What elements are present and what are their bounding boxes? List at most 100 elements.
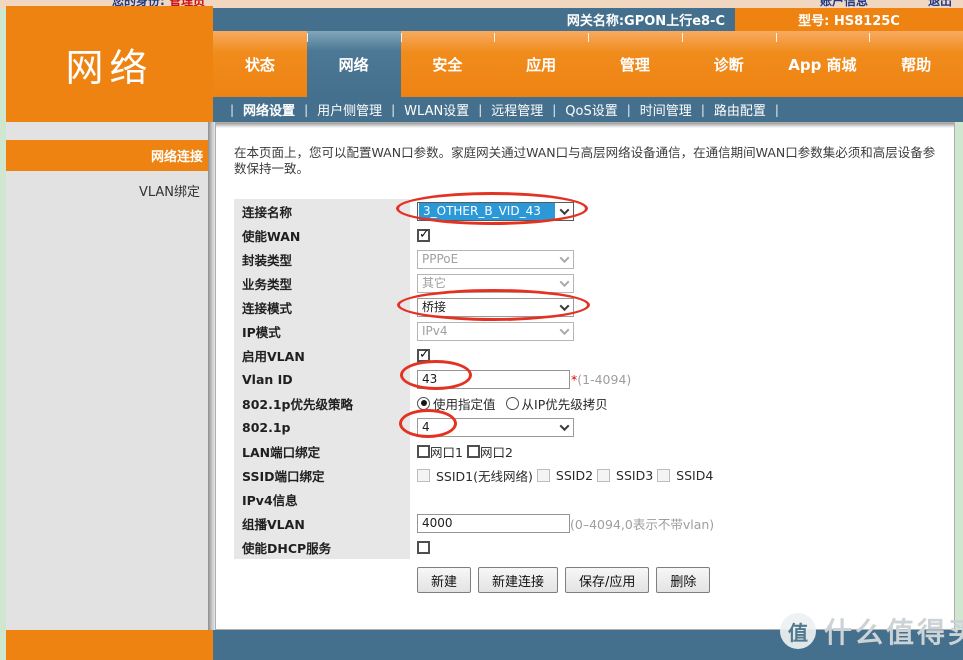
connection-name-select[interactable]: 3_OTHER_B_VID_43 [417, 202, 574, 221]
brand-block: 网络 [6, 6, 213, 122]
subnav-time-mgmt[interactable]: 时间管理 [640, 100, 692, 119]
main-nav: 状态 网络 安全 应用 管理 诊断 App 商城 帮助 [213, 31, 963, 97]
model-bar: 型号: HS8125C [735, 8, 963, 31]
account-info-link[interactable]: 账户信息 [820, 0, 868, 8]
row-enable-vlan: 启用VLAN ✓ [234, 343, 940, 367]
use-specified-value-radio[interactable] [417, 397, 430, 410]
row-ipv4-info: IPv4信息 [234, 487, 940, 511]
dot1p-select[interactable]: 4 [417, 418, 574, 437]
tab-application[interactable]: 应用 [494, 31, 588, 97]
logout-link[interactable]: 退出 [928, 0, 952, 8]
separator: | [304, 103, 308, 117]
separator: | [701, 103, 705, 117]
row-connection-name: 连接名称 3_OTHER_B_VID_43 [234, 199, 940, 223]
subnav-network-settings[interactable]: 网络设置 [243, 100, 295, 119]
button-row: 新建 新建连接 保存/应用 删除 [417, 567, 940, 593]
row-multicast-vlan: 组播VLAN (0–4094,0表示不带vlan) [234, 511, 940, 535]
gateway-name-label: 网关名称:GPON上行e8-C [567, 10, 725, 29]
sidebar-item-network-connection[interactable]: 网络连接 [6, 140, 208, 171]
chevron-down-icon [555, 299, 573, 316]
field-label: 使能WAN [234, 223, 410, 247]
field-label: LAN端口绑定 [234, 439, 410, 463]
router-admin-page: 您的身份: 管理员 账户信息 退出 网络 网关名称:GPON上行e8-C 型号:… [0, 0, 963, 660]
subnav-route-config[interactable]: 路由配置 [714, 100, 766, 119]
field-label: 业务类型 [234, 271, 410, 295]
intro-text: 在本页面上，您可以配置WAN口参数。家庭网关通过WAN口与高层网络设备通信，在通… [234, 145, 940, 176]
checkbox-label: SSID3 [616, 468, 653, 483]
model-label: 型号: HS8125C [798, 10, 900, 29]
chevron-down-icon [555, 419, 573, 436]
smzdm-logo-icon: 值 [780, 613, 816, 649]
sidebar-divider [208, 122, 215, 630]
new-button[interactable]: 新建 [417, 567, 471, 593]
separator: | [230, 103, 234, 117]
enable-dhcp-checkbox[interactable]: ✓ [417, 541, 430, 554]
separator: | [552, 103, 556, 117]
field-label: 连接模式 [234, 295, 410, 319]
field-label: 802.1p [234, 415, 410, 439]
field-label: IP模式 [234, 319, 410, 343]
tab-security[interactable]: 安全 [401, 31, 495, 97]
subnav-qos-settings[interactable]: QoS设置 [565, 100, 617, 119]
sub-nav: | 网络设置 | 用户侧管理 | WLAN设置 | 远程管理 | QoS设置 |… [213, 97, 963, 122]
tab-status[interactable]: 状态 [213, 31, 307, 97]
field-label: 组播VLAN [234, 511, 410, 535]
subnav-remote-mgmt[interactable]: 远程管理 [491, 100, 543, 119]
ssid1-checkbox [417, 469, 430, 482]
field-label: SSID端口绑定 [234, 463, 410, 487]
row-priority-policy: 802.1p优先级策略 使用指定值 从IP优先级拷贝 [234, 391, 940, 415]
service-type-select: 其它 [417, 274, 574, 293]
subnav-user-side-mgmt[interactable]: 用户侧管理 [317, 100, 382, 119]
field-label: 连接名称 [234, 199, 410, 223]
multicast-vlan-input[interactable] [417, 514, 570, 533]
smzdm-watermark: 值 什么值得买 [780, 611, 963, 651]
row-encapsulation: 封装类型 PPPoE [234, 247, 940, 271]
row-dot1p: 802.1p 4 [234, 415, 940, 439]
chevron-down-icon [555, 203, 573, 220]
encapsulation-select: PPPoE [417, 250, 574, 269]
tab-diagnosis[interactable]: 诊断 [682, 31, 776, 97]
delete-button[interactable]: 删除 [656, 567, 710, 593]
separator: | [775, 103, 779, 117]
row-service-type: 业务类型 其它 [234, 271, 940, 295]
row-lan-binding: LAN端口绑定 ✓ 网口1 ✓ 网口2 [234, 439, 940, 463]
multicast-vlan-hint: (0–4094,0表示不带vlan) [570, 514, 714, 533]
checkbox-label: SSID4 [676, 468, 713, 483]
copy-from-ip-priority-radio[interactable] [506, 397, 519, 410]
wan-config-form: 连接名称 3_OTHER_B_VID_43 使能WAN ✓ 封装类型 [234, 199, 940, 593]
enable-vlan-checkbox[interactable]: ✓ [417, 349, 430, 362]
tab-network[interactable]: 网络 [307, 31, 401, 97]
separator: | [627, 103, 631, 117]
field-label: 使能DHCP服务 [234, 535, 410, 559]
sidebar-item-vlan-binding[interactable]: VLAN绑定 [6, 180, 208, 200]
vlan-id-hint: (1-4094) [577, 372, 631, 387]
tab-help[interactable]: 帮助 [869, 31, 963, 97]
lan-port1-checkbox[interactable]: ✓ [417, 445, 430, 458]
field-label: 802.1p优先级策略 [234, 391, 410, 415]
tab-app-store[interactable]: App 商城 [776, 31, 870, 97]
enable-wan-checkbox[interactable]: ✓ [417, 229, 430, 242]
lan-port2-checkbox[interactable]: ✓ [467, 445, 480, 458]
subnav-wlan-settings[interactable]: WLAN设置 [404, 100, 469, 119]
ssid2-checkbox [537, 469, 550, 482]
vlan-id-input[interactable] [417, 370, 570, 389]
gateway-name-bar: 网关名称:GPON上行e8-C [213, 8, 735, 31]
row-enable-dhcp: 使能DHCP服务 ✓ [234, 535, 940, 559]
radio-label: 使用指定值 [433, 394, 496, 413]
connection-mode-select[interactable]: 桥接 [417, 298, 574, 317]
save-apply-button[interactable]: 保存/应用 [565, 567, 649, 593]
content-panel: 在本页面上，您可以配置WAN口参数。家庭网关通过WAN口与高层网络设备通信，在通… [215, 122, 955, 630]
field-label: 封装类型 [234, 247, 410, 271]
ssid4-checkbox [657, 469, 670, 482]
checkmark-icon: ✓ [419, 347, 430, 362]
field-label: Vlan ID [234, 367, 410, 391]
checkbox-label: SSID1(无线网络) [436, 466, 533, 485]
field-label: 启用VLAN [234, 343, 410, 367]
new-connection-button[interactable]: 新建连接 [478, 567, 558, 593]
row-vlan-id: Vlan ID * (1-4094) [234, 367, 940, 391]
separator: | [391, 103, 395, 117]
separator: | [478, 103, 482, 117]
tab-management[interactable]: 管理 [588, 31, 682, 97]
footer-left [6, 630, 213, 660]
chevron-down-icon [555, 251, 573, 268]
